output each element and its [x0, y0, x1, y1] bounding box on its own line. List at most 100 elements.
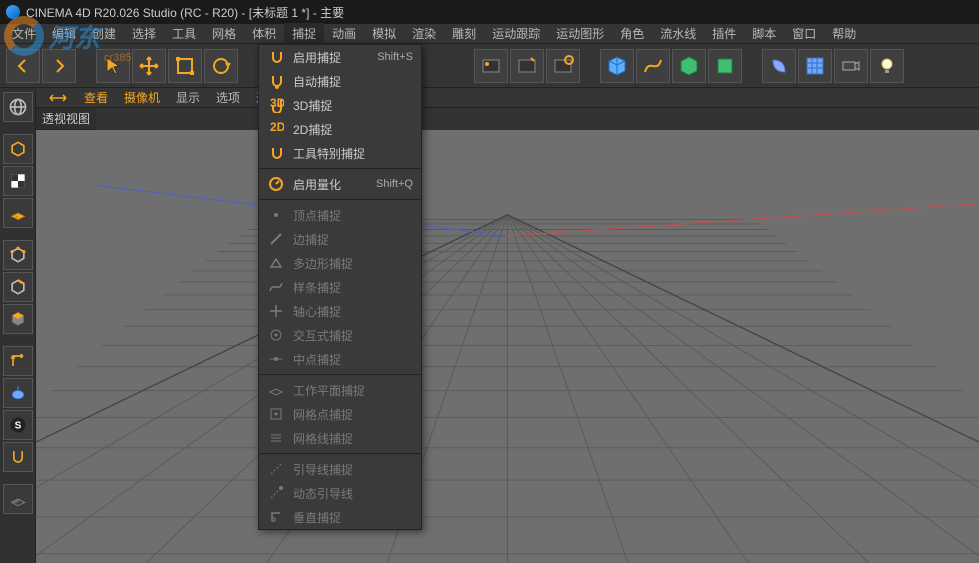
- menuitem-snap-axis: 轴心捕捉: [259, 299, 421, 323]
- workplane-mode-button[interactable]: [3, 198, 33, 228]
- menuitem-label: 启用捕捉: [293, 49, 369, 66]
- redo-button[interactable]: [42, 49, 76, 83]
- menu-插件[interactable]: 插件: [704, 23, 744, 44]
- quantize-icon: [267, 175, 285, 193]
- menu-窗口[interactable]: 窗口: [784, 23, 824, 44]
- camera-button[interactable]: [834, 49, 868, 83]
- menuitem-snap-2d[interactable]: 2D2D捕捉: [259, 117, 421, 141]
- menu-运动图形[interactable]: 运动图形: [548, 23, 612, 44]
- snap-tool-icon: [267, 144, 285, 162]
- menuitem-label: 样条捕捉: [293, 279, 413, 296]
- cube-primitive-button[interactable]: [600, 49, 634, 83]
- environment-button[interactable]: [798, 49, 832, 83]
- point-mode-button[interactable]: [3, 240, 33, 270]
- snap-midpoint-icon: [267, 350, 285, 368]
- menuitem-snap-auto[interactable]: 自动捕捉: [259, 69, 421, 93]
- menu-工具[interactable]: 工具: [164, 23, 204, 44]
- menu-角色[interactable]: 角色: [612, 23, 652, 44]
- menuitem-snap-edge: 边捕捉: [259, 227, 421, 251]
- menu-帮助[interactable]: 帮助: [824, 23, 864, 44]
- snap-menu-dropdown: 启用捕捉 Shift+S 自动捕捉3D3D捕捉2D2D捕捉工具特别捕捉启用量化 Shi…: [258, 44, 422, 530]
- menuitem-label: 网格点捕捉: [293, 406, 413, 423]
- generator2-button[interactable]: [708, 49, 742, 83]
- light-button[interactable]: [870, 49, 904, 83]
- rotate-tool[interactable]: [204, 49, 238, 83]
- selection-filter-button[interactable]: S: [3, 410, 33, 440]
- viewport-menu-摄像机[interactable]: 摄像机: [116, 87, 168, 108]
- menuitem-label: 启用量化: [293, 176, 368, 193]
- viewport-label: 透视视图: [36, 108, 96, 130]
- menuitem-snap-toggle[interactable]: 启用捕捉 Shift+S: [259, 45, 421, 69]
- move-tool[interactable]: [132, 49, 166, 83]
- scale-tool[interactable]: [168, 49, 202, 83]
- menuitem-label: 动态引导线: [293, 485, 413, 502]
- axis-mode-button[interactable]: [3, 346, 33, 376]
- viewport-3d[interactable]: [36, 130, 979, 563]
- globe-icon[interactable]: [3, 92, 33, 122]
- viewport-nav-icon[interactable]: [46, 90, 70, 106]
- menuitem-snap-spline: 样条捕捉: [259, 275, 421, 299]
- snap-interactive-icon: [267, 326, 285, 344]
- menuitem-label: 顶点捕捉: [293, 207, 413, 224]
- render-view-button[interactable]: [474, 49, 508, 83]
- grid-button[interactable]: [3, 484, 33, 514]
- menuitem-label: 轴心捕捉: [293, 303, 413, 320]
- menu-创建[interactable]: 创建: [84, 23, 124, 44]
- title-bar: CINEMA 4D R20.026 Studio (RC - R20) - [未…: [0, 0, 979, 24]
- render-region-button[interactable]: [510, 49, 544, 83]
- menuitem-quantize[interactable]: 启用量化 Shift+Q: [259, 172, 421, 196]
- edge-mode-button[interactable]: [3, 272, 33, 302]
- menu-体积[interactable]: 体积: [244, 23, 284, 44]
- menu-捕捉[interactable]: 捕捉: [284, 23, 324, 44]
- snap-dynguide-icon: [267, 484, 285, 502]
- polygon-mode-button[interactable]: [3, 304, 33, 334]
- menu-文件[interactable]: 文件: [4, 23, 44, 44]
- menu-选择[interactable]: 选择: [124, 23, 164, 44]
- viewport-menu-选项[interactable]: 选项: [208, 87, 248, 108]
- deformer-button[interactable]: [762, 49, 796, 83]
- menu-编辑[interactable]: 编辑: [44, 23, 84, 44]
- snap-perp-icon: [267, 508, 285, 526]
- menuitem-label: 引导线捕捉: [293, 461, 413, 478]
- menu-流水线[interactable]: 流水线: [652, 23, 704, 44]
- menu-网格[interactable]: 网格: [204, 23, 244, 44]
- snap-spline-icon: [267, 278, 285, 296]
- snap-vertex-icon: [267, 206, 285, 224]
- snap-guide-icon: [267, 460, 285, 478]
- menuitem-snap-midpoint: 中点捕捉: [259, 347, 421, 371]
- soft-select-button[interactable]: [3, 378, 33, 408]
- menuitem-shortcut: Shift+S: [377, 51, 413, 63]
- menu-动画[interactable]: 动画: [324, 23, 364, 44]
- menuitem-label: 交互式捕捉: [293, 327, 413, 344]
- spline-primitive-button[interactable]: [636, 49, 670, 83]
- menu-separator: [259, 168, 421, 169]
- generator-button[interactable]: [672, 49, 706, 83]
- viewport-menu-显示[interactable]: 显示: [168, 87, 208, 108]
- model-mode-button[interactable]: [3, 134, 33, 164]
- menu-雕刻[interactable]: 雕刻: [444, 23, 484, 44]
- render-settings-button[interactable]: [546, 49, 580, 83]
- texture-mode-button[interactable]: [3, 166, 33, 196]
- window-title: CINEMA 4D R20.026 Studio (RC - R20) - [未…: [26, 4, 344, 21]
- menu-脚本[interactable]: 脚本: [744, 23, 784, 44]
- menuitem-shortcut: Shift+Q: [376, 178, 413, 190]
- menu-separator: [259, 374, 421, 375]
- viewport-menu-查看[interactable]: 查看: [76, 87, 116, 108]
- app-icon: [6, 5, 20, 19]
- snap-gridline-icon: [267, 429, 285, 447]
- menuitem-snap-vertex: 顶点捕捉: [259, 203, 421, 227]
- snap-axis-icon: [267, 302, 285, 320]
- snap-edge-icon: [267, 230, 285, 248]
- snap-2d-icon: 2D: [267, 120, 285, 138]
- menuitem-snap-tool[interactable]: 工具特别捕捉: [259, 141, 421, 165]
- menuitem-snap-poly: 多边形捕捉: [259, 251, 421, 275]
- undo-button[interactable]: [6, 49, 40, 83]
- snap-3d-icon: 3D: [267, 96, 285, 114]
- menu-运动跟踪[interactable]: 运动跟踪: [484, 23, 548, 44]
- menu-模拟[interactable]: 模拟: [364, 23, 404, 44]
- select-tool[interactable]: [96, 49, 130, 83]
- menuitem-snap-3d[interactable]: 3D3D捕捉: [259, 93, 421, 117]
- menu-渲染[interactable]: 渲染: [404, 23, 444, 44]
- snap-button[interactable]: [3, 442, 33, 472]
- menuitem-snap-perp: 垂直捕捉: [259, 505, 421, 529]
